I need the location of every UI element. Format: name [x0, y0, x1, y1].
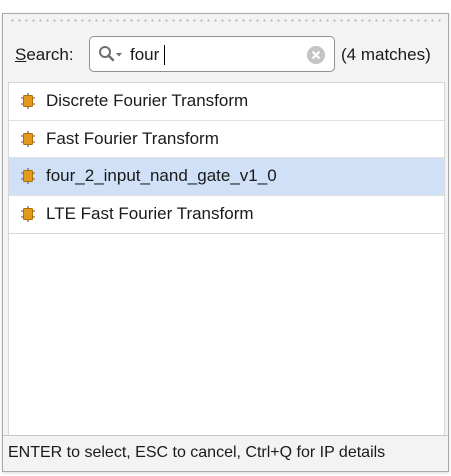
ip-core-icon — [21, 168, 35, 185]
drag-handle[interactable] — [9, 19, 442, 22]
footer: ENTER to select, ESC to cancel, Ctrl+Q f… — [3, 435, 448, 471]
result-item-label: Discrete Fourier Transform — [46, 91, 249, 111]
result-item[interactable]: four_2_input_nand_gate_v1_0 — [9, 158, 444, 196]
ip-core-icon — [21, 206, 35, 223]
footer-hint: ENTER to select, ESC to cancel, Ctrl+Q f… — [8, 444, 386, 461]
ip-core-icon — [21, 93, 35, 110]
text-caret — [164, 45, 165, 65]
clear-icon[interactable] — [306, 45, 326, 65]
ip-core-icon — [21, 130, 35, 147]
search-row: Search: (4 matches) — [3, 34, 448, 74]
result-item[interactable]: Discrete Fourier Transform — [9, 83, 444, 121]
result-item-label: four_2_input_nand_gate_v1_0 — [46, 166, 277, 186]
search-label-rest: earch: — [26, 45, 74, 64]
ip-search-popup: Search: (4 matches) Discrete Fourier Tra… — [2, 13, 449, 472]
search-label-mnemonic: S — [15, 45, 27, 64]
match-count: (4 matches) — [341, 45, 431, 64]
search-box[interactable] — [89, 36, 335, 72]
search-icon[interactable] — [98, 45, 124, 63]
results-list: Discrete Fourier Transform Fast Fourier T… — [8, 82, 445, 234]
search-input[interactable] — [130, 43, 300, 67]
result-item[interactable]: LTE Fast Fourier Transform — [9, 196, 444, 234]
results-empty-area — [8, 234, 445, 437]
result-item-label: LTE Fast Fourier Transform — [46, 204, 254, 224]
result-item-label: Fast Fourier Transform — [46, 128, 219, 148]
result-item[interactable]: Fast Fourier Transform — [9, 121, 444, 158]
search-label: Search: — [15, 45, 74, 65]
